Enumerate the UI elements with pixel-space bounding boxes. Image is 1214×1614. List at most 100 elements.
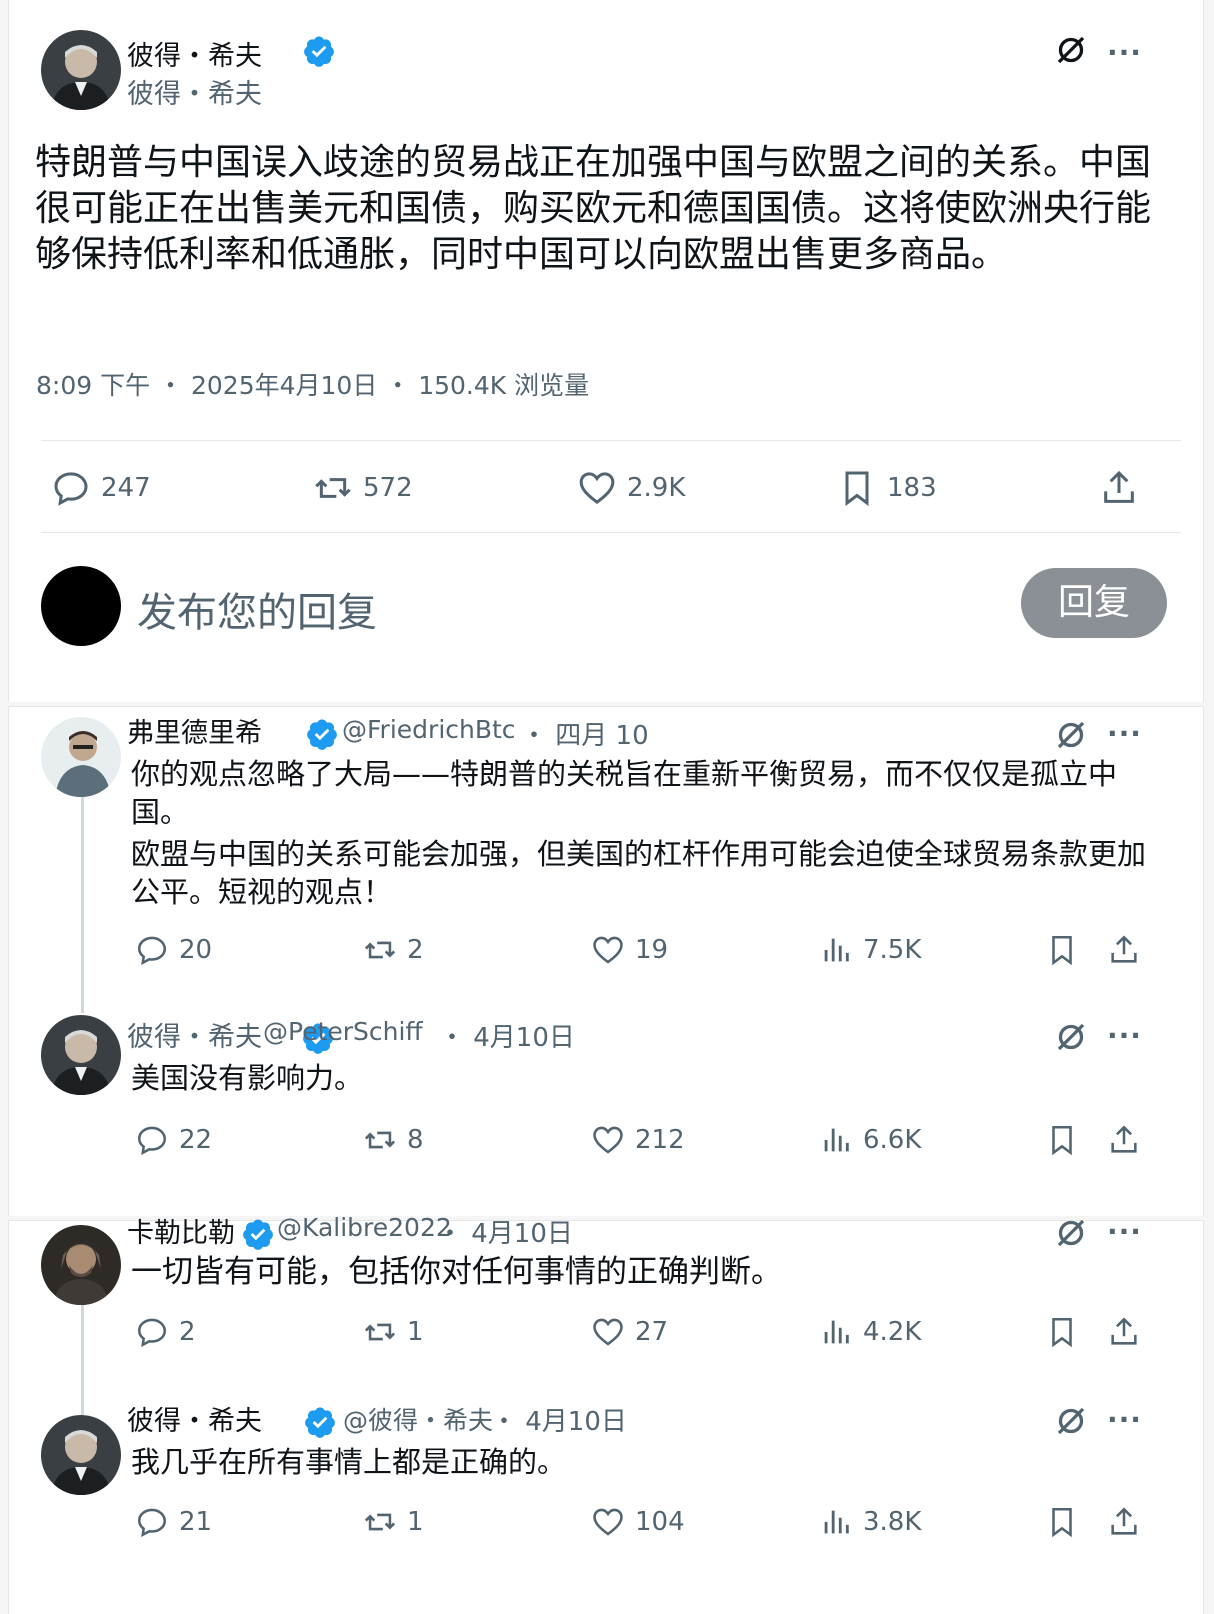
repost-action[interactable]: 2: [363, 933, 424, 967]
share-button[interactable]: [1107, 1123, 1141, 1157]
reply-action[interactable]: 247: [51, 468, 151, 508]
repost-action[interactable]: 8: [363, 1123, 424, 1157]
bookmark-button[interactable]: [1045, 1315, 1079, 1349]
like-action[interactable]: 2.9K: [577, 468, 685, 508]
bookmark-action[interactable]: 183: [837, 468, 937, 508]
bookmark-button[interactable]: [1045, 1123, 1079, 1157]
share-button[interactable]: [1107, 1505, 1141, 1539]
reply-date: ・ 4月10日: [437, 1219, 573, 1249]
reply-avatar[interactable]: [41, 717, 121, 797]
repost-count: 572: [363, 473, 413, 503]
like-action[interactable]: 104: [591, 1505, 685, 1539]
author-avatar[interactable]: [41, 30, 121, 110]
views-action[interactable]: 6.6K: [819, 1123, 921, 1157]
divider: [41, 440, 1181, 441]
current-user-avatar: [41, 566, 121, 646]
more-icon[interactable]: ···: [1107, 36, 1142, 69]
repost-action[interactable]: 572: [313, 468, 413, 508]
reply-author-name[interactable]: 彼得・希夫: [127, 1399, 262, 1438]
repost-action[interactable]: 1: [363, 1505, 424, 1539]
reply-action[interactable]: 20: [135, 933, 212, 967]
grok-icon[interactable]: [1053, 717, 1089, 753]
like-count: 104: [635, 1507, 685, 1537]
reply-button[interactable]: 回复: [1021, 568, 1167, 638]
reply-author-name[interactable]: 卡勒比勒: [127, 1211, 235, 1250]
bookmark-icon: [1045, 933, 1079, 967]
grok-icon[interactable]: [1053, 32, 1089, 68]
more-icon[interactable]: ···: [1107, 1019, 1142, 1052]
reply-author-name[interactable]: 弗里德里希: [127, 711, 262, 750]
reply-handle[interactable]: @彼得・希夫: [343, 1401, 493, 1437]
grok-icon[interactable]: [1053, 1215, 1089, 1251]
reply-thread: 卡勒比勒 @Kalibre2022 ・ 4月10日 ··· 一切皆有可能，包括你…: [8, 1213, 1204, 1614]
author-handle[interactable]: 彼得・希夫: [127, 72, 262, 111]
verified-badge-icon: [241, 1217, 275, 1251]
repost-count: 8: [407, 1125, 424, 1155]
grok-icon[interactable]: [1053, 1019, 1089, 1055]
reply-icon: [135, 1123, 169, 1157]
reply-date: ・ 4月10日: [439, 1023, 575, 1053]
views-action[interactable]: 3.8K: [819, 1505, 921, 1539]
thread-line: [81, 1305, 84, 1415]
reply-action[interactable]: 22: [135, 1123, 212, 1157]
repost-count: 1: [407, 1317, 424, 1347]
reply-icon: [135, 1315, 169, 1349]
reply-count: 22: [179, 1125, 213, 1155]
reply-icon: [51, 468, 91, 508]
share-button[interactable]: [1107, 933, 1141, 967]
repost-icon: [363, 1505, 397, 1539]
reply-avatar[interactable]: [41, 1015, 121, 1095]
reply-count: 247: [101, 473, 151, 503]
views-count: 3.8K: [863, 1507, 922, 1537]
views-action[interactable]: 7.5K: [819, 933, 921, 967]
reply-handle[interactable]: @FriedrichBtc: [342, 715, 516, 744]
author-name[interactable]: 彼得・希夫: [127, 34, 262, 73]
reply-thread: 弗里德里希 @FriedrichBtc ・ 四月 10 ··· 你的观点忽略了大…: [8, 706, 1204, 1216]
like-count: 212: [635, 1125, 685, 1155]
reply-handle[interactable]: @PeterSchiff: [263, 1017, 423, 1046]
repost-action[interactable]: 1: [363, 1315, 424, 1349]
views-icon: [819, 1123, 853, 1157]
repost-count: 1: [407, 1507, 424, 1537]
bookmark-icon: [1045, 1123, 1079, 1157]
like-count: 19: [635, 935, 669, 965]
like-icon: [577, 468, 617, 508]
repost-icon: [363, 1123, 397, 1157]
grok-icon[interactable]: [1053, 1403, 1089, 1439]
share-icon: [1099, 468, 1139, 508]
verified-badge-icon: [302, 34, 336, 68]
like-count: 2.9K: [627, 473, 686, 503]
reply-text: 一切皆有可能，包括你对任何事情的正确判断。: [131, 1254, 782, 1290]
more-icon[interactable]: ···: [1107, 1215, 1142, 1248]
reply-avatar[interactable]: [41, 1225, 121, 1305]
share-button[interactable]: [1099, 468, 1139, 508]
reply-paragraph: 你的观点忽略了大局——特朗普的关税旨在重新平衡贸易，而不仅仅是孤立中国。: [131, 757, 1118, 829]
reply-avatar[interactable]: [41, 1415, 121, 1495]
views-icon: [819, 1315, 853, 1349]
reply-action[interactable]: 2: [135, 1315, 196, 1349]
reply-text: 你的观点忽略了大局——特朗普的关税旨在重新平衡贸易，而不仅仅是孤立中国。 欧盟与…: [131, 755, 1151, 911]
like-action[interactable]: 212: [591, 1123, 685, 1157]
bookmark-button[interactable]: [1045, 933, 1079, 967]
like-action[interactable]: 27: [591, 1315, 668, 1349]
share-button[interactable]: [1107, 1315, 1141, 1349]
like-icon: [591, 933, 625, 967]
verified-badge-icon: [305, 717, 339, 751]
views-icon: [819, 933, 853, 967]
more-icon[interactable]: ···: [1107, 717, 1142, 750]
bookmark-button[interactable]: [1045, 1505, 1079, 1539]
like-icon: [591, 1505, 625, 1539]
reply-input[interactable]: 发布您的回复: [137, 580, 377, 638]
share-icon: [1107, 1315, 1141, 1349]
views-action[interactable]: 4.2K: [819, 1315, 921, 1349]
like-action[interactable]: 19: [591, 933, 668, 967]
views-count: 6.6K: [863, 1125, 922, 1155]
reply-paragraph: 欧盟与中国的关系可能会加强，但美国的杠杆作用可能会迫使全球贸易条款更加公平。短视…: [131, 837, 1147, 909]
reply-handle[interactable]: @Kalibre2022: [277, 1213, 452, 1242]
reply-text: 美国没有影响力。: [131, 1061, 364, 1095]
reply-author-name[interactable]: 彼得・希夫: [127, 1015, 262, 1054]
verified-badge-icon: [303, 1405, 337, 1439]
post-text: 特朗普与中国误入歧途的贸易战正在加强中国与欧盟之间的关系。中国很可能正在出售美元…: [35, 142, 1152, 275]
more-icon[interactable]: ···: [1107, 1403, 1142, 1436]
reply-action[interactable]: 21: [135, 1505, 212, 1539]
